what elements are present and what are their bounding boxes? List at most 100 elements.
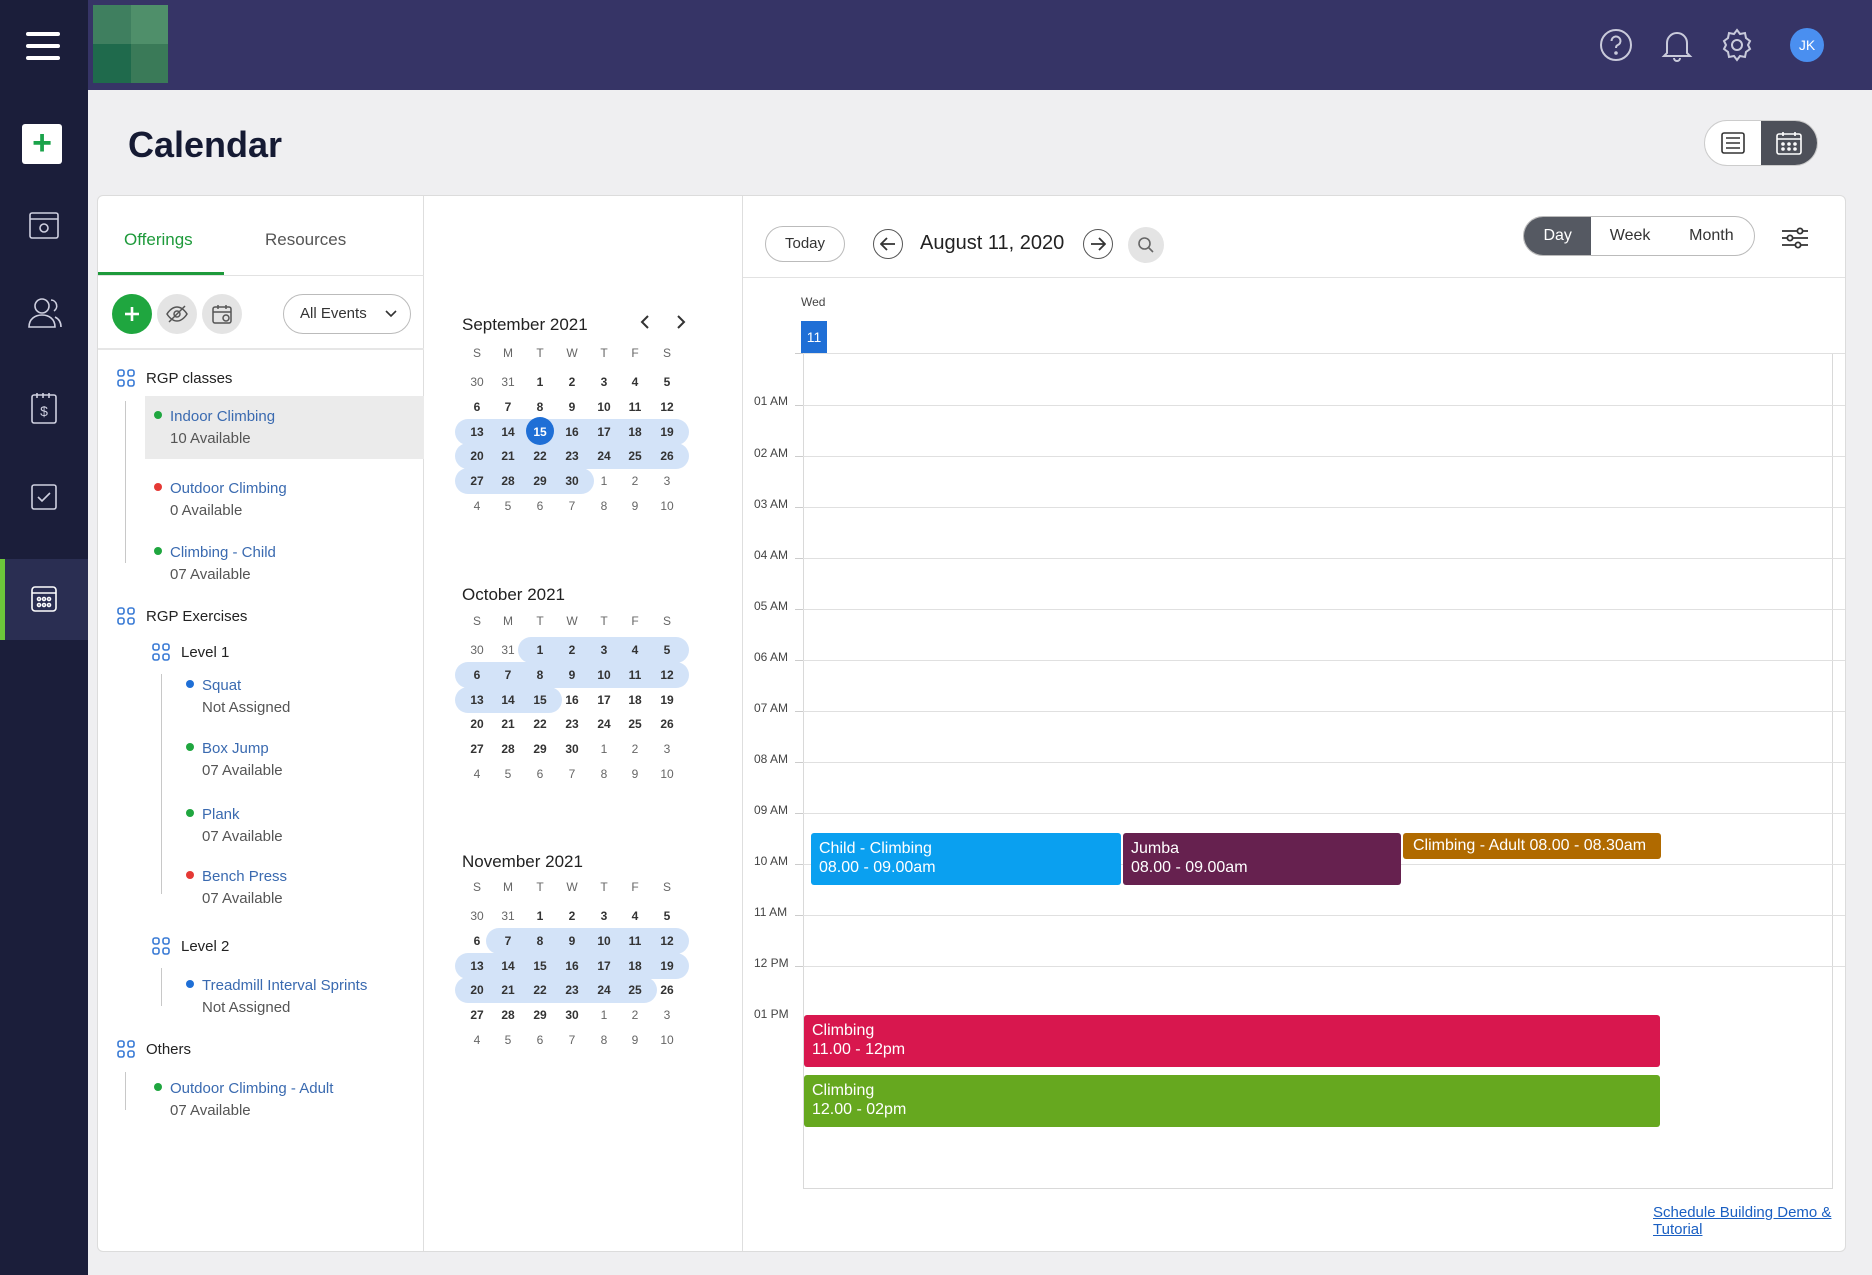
mini-date[interactable]: 2 xyxy=(557,643,587,657)
event-filter-select[interactable]: All Events xyxy=(283,294,411,334)
offering-item[interactable]: Treadmill Interval Sprints Not Assigned xyxy=(186,975,367,1019)
mini-date[interactable]: 18 xyxy=(620,425,650,439)
mini-date[interactable]: 29 xyxy=(525,474,555,488)
mini-date[interactable]: 9 xyxy=(620,499,650,513)
group-others[interactable]: Others xyxy=(116,1039,191,1059)
event-climbing-adult[interactable]: Climbing - Adult 08.00 - 08.30am xyxy=(1403,833,1661,859)
mini-date[interactable]: 29 xyxy=(525,742,555,756)
mini-date[interactable]: 18 xyxy=(620,693,650,707)
mini-date[interactable]: 20 xyxy=(462,449,492,463)
mini-date[interactable]: 27 xyxy=(462,1008,492,1022)
offering-item[interactable]: Bench Press 07 Available xyxy=(186,866,287,910)
mini-date[interactable]: 6 xyxy=(462,934,492,948)
users-icon[interactable] xyxy=(22,290,66,334)
mini-date[interactable]: 4 xyxy=(620,643,650,657)
mini-date[interactable]: 2 xyxy=(557,909,587,923)
mini-date[interactable]: 31 xyxy=(493,643,523,657)
mini-date[interactable]: 1 xyxy=(589,742,619,756)
mini-date[interactable]: 4 xyxy=(462,499,492,513)
settings-icon[interactable] xyxy=(1718,26,1756,64)
subgroup-level-2[interactable]: Level 2 xyxy=(151,936,229,956)
mini-date[interactable]: 9 xyxy=(620,767,650,781)
mini-date[interactable]: 2 xyxy=(620,474,650,488)
group-rgp-exercises[interactable]: RGP Exercises xyxy=(116,606,247,626)
mini-date[interactable]: 12 xyxy=(652,400,682,414)
offering-item[interactable]: Plank 07 Available xyxy=(186,804,283,848)
mini-date[interactable]: 10 xyxy=(652,767,682,781)
help-icon[interactable] xyxy=(1597,26,1635,64)
mini-date[interactable]: 6 xyxy=(462,400,492,414)
add-offering-button[interactable] xyxy=(112,294,152,334)
mini-date[interactable]: 4 xyxy=(462,1033,492,1047)
mini-date[interactable]: 1 xyxy=(525,909,555,923)
mini-date[interactable]: 25 xyxy=(620,449,650,463)
mini-date[interactable]: 30 xyxy=(557,474,587,488)
mini-date[interactable]: 1 xyxy=(525,375,555,389)
mini-date[interactable]: 6 xyxy=(525,499,555,513)
mini-date[interactable]: 8 xyxy=(525,934,555,948)
mini-date[interactable]: 15 xyxy=(525,959,555,973)
mini-date[interactable]: 28 xyxy=(493,742,523,756)
mini-date[interactable]: 15 xyxy=(525,425,555,439)
menu-icon[interactable] xyxy=(26,32,60,60)
tab-offerings[interactable]: Offerings xyxy=(124,230,193,250)
mini-date[interactable]: 2 xyxy=(620,742,650,756)
mini-date[interactable]: 19 xyxy=(652,425,682,439)
mini-date[interactable]: 21 xyxy=(493,717,523,731)
event-jumba[interactable]: Jumba 08.00 - 09.00am xyxy=(1123,833,1401,885)
mini-date[interactable]: 24 xyxy=(589,983,619,997)
chevron-right-icon[interactable] xyxy=(675,314,687,335)
offering-item[interactable]: Outdoor Climbing - Adult 07 Available xyxy=(154,1078,333,1122)
mini-date[interactable]: 3 xyxy=(589,909,619,923)
mini-date[interactable]: 3 xyxy=(589,375,619,389)
mini-date[interactable]: 7 xyxy=(493,934,523,948)
mini-date[interactable]: 22 xyxy=(525,449,555,463)
add-icon[interactable]: + xyxy=(22,124,62,164)
chevron-left-icon[interactable] xyxy=(639,314,651,335)
mini-date[interactable]: 30 xyxy=(462,643,492,657)
mini-date[interactable]: 11 xyxy=(620,668,650,682)
mini-date[interactable]: 19 xyxy=(652,693,682,707)
mini-date[interactable]: 14 xyxy=(493,425,523,439)
mini-date[interactable]: 9 xyxy=(620,1033,650,1047)
mini-date[interactable]: 5 xyxy=(493,1033,523,1047)
mini-date[interactable]: 17 xyxy=(589,693,619,707)
mini-date[interactable]: 30 xyxy=(462,909,492,923)
mini-date[interactable]: 26 xyxy=(652,449,682,463)
mini-date[interactable]: 10 xyxy=(589,668,619,682)
offering-item[interactable]: Indoor Climbing 10 Available xyxy=(154,406,275,450)
view-day-button[interactable]: Day xyxy=(1524,217,1592,255)
filter-settings-icon[interactable] xyxy=(1779,222,1811,254)
offering-item[interactable]: Box Jump 07 Available xyxy=(186,738,283,782)
mini-date[interactable]: 20 xyxy=(462,983,492,997)
mini-date[interactable]: 5 xyxy=(652,375,682,389)
mini-date[interactable]: 15 xyxy=(525,693,555,707)
mini-date[interactable]: 14 xyxy=(493,959,523,973)
mini-date[interactable]: 3 xyxy=(652,1008,682,1022)
demo-tutorial-link[interactable]: Schedule Building Demo & Tutorial xyxy=(1653,1204,1845,1238)
mini-date[interactable]: 10 xyxy=(589,934,619,948)
mini-date[interactable]: 30 xyxy=(557,1008,587,1022)
mini-date[interactable]: 17 xyxy=(589,425,619,439)
mini-date[interactable]: 21 xyxy=(493,449,523,463)
mini-date[interactable]: 27 xyxy=(462,474,492,488)
schedule-icon[interactable] xyxy=(202,294,242,334)
event-climbing-1[interactable]: Climbing 11.00 - 12pm xyxy=(804,1015,1660,1067)
mini-date[interactable]: 8 xyxy=(589,767,619,781)
mini-date[interactable]: 9 xyxy=(557,668,587,682)
mini-date[interactable]: 23 xyxy=(557,449,587,463)
mini-date[interactable]: 1 xyxy=(525,643,555,657)
mini-date[interactable]: 20 xyxy=(462,717,492,731)
offering-item[interactable]: Outdoor Climbing 0 Available xyxy=(154,478,287,522)
mini-date[interactable]: 23 xyxy=(557,717,587,731)
mini-date[interactable]: 10 xyxy=(589,400,619,414)
mini-date[interactable]: 13 xyxy=(462,959,492,973)
offering-item[interactable]: Squat Not Assigned xyxy=(186,675,290,719)
mini-date[interactable]: 2 xyxy=(620,1008,650,1022)
mini-date[interactable]: 5 xyxy=(493,499,523,513)
mini-date[interactable]: 9 xyxy=(557,400,587,414)
mini-date[interactable]: 28 xyxy=(493,1008,523,1022)
mini-date[interactable]: 1 xyxy=(589,474,619,488)
view-week-button[interactable]: Week xyxy=(1591,217,1668,255)
prev-day-button[interactable] xyxy=(873,229,903,259)
